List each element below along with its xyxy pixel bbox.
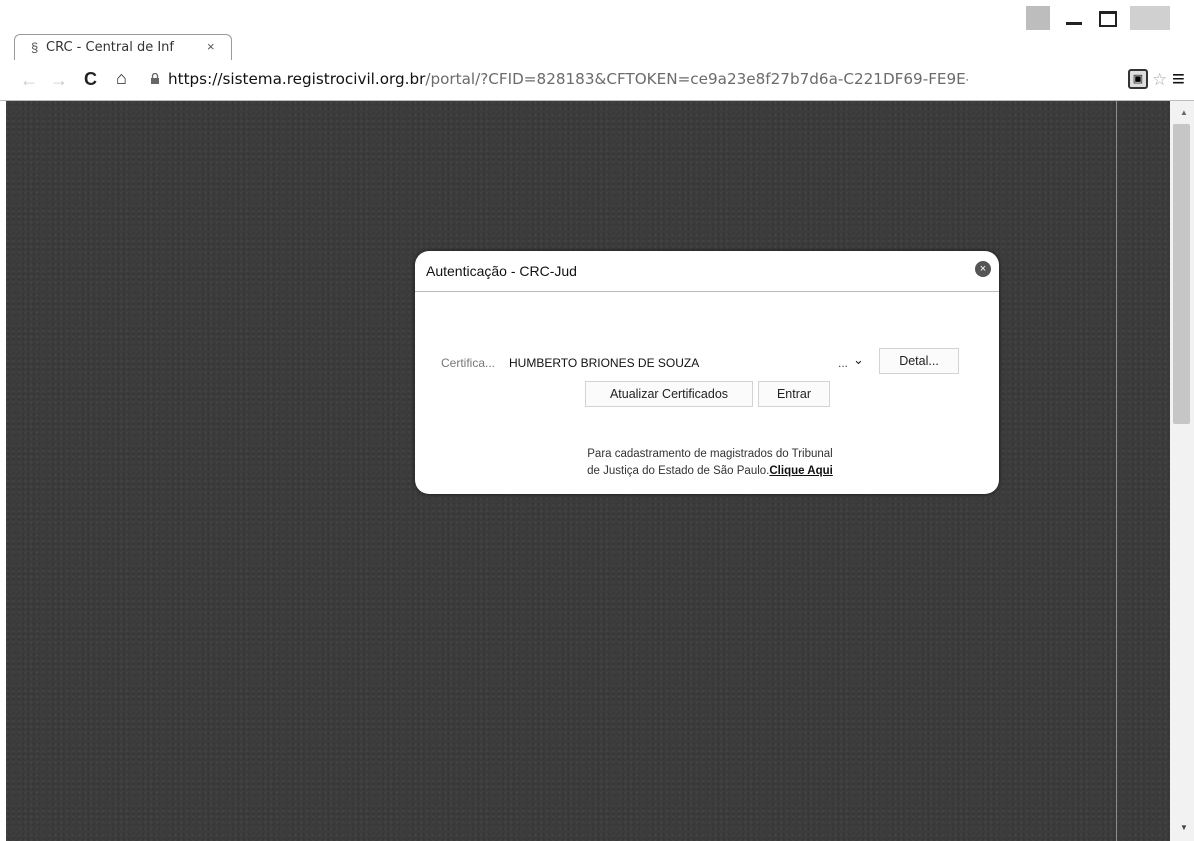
reload-icon[interactable]: C [84, 69, 97, 90]
tab-title: CRC - Central de Inf [46, 40, 174, 55]
info-line-2-text: de Justiça do Estado de São Paulo. [587, 465, 770, 477]
auth-dialog: Autenticação - CRC-Jud × Certifica... HU… [415, 251, 999, 494]
page-left-edge [0, 101, 6, 841]
chevron-down-icon[interactable]: ⌄ [853, 352, 864, 368]
certificate-ellipsis: ... [838, 356, 849, 370]
bookmark-star-icon[interactable]: ☆ [1152, 70, 1167, 90]
dialog-title: Autenticação - CRC-Jud [426, 263, 577, 279]
browser-tab-bar: § CRC - Central de Inf × [0, 0, 1194, 60]
extension-icon[interactable]: ▣ [1128, 69, 1148, 89]
scroll-up-icon[interactable]: ▲ [1180, 108, 1188, 117]
url-path: /portal/?CFID=828183&CFTOKEN=ce9a23e8f27… [425, 70, 968, 88]
info-line-1: Para cadastramento de magistrados do Tri… [587, 448, 833, 460]
scrollbar-thumb[interactable] [1173, 124, 1190, 424]
page-divider [1116, 101, 1117, 841]
click-here-link[interactable]: Clique Aqui [769, 465, 832, 477]
info-line-2: de Justiça do Estado de São Paulo.Clique… [560, 463, 860, 480]
forward-icon[interactable]: → [50, 70, 68, 91]
maximize-icon[interactable] [1096, 6, 1118, 30]
info-text: Para cadastramento de magistrados do Tri… [560, 446, 860, 480]
window-user-icon[interactable] [1026, 6, 1050, 30]
certificate-select[interactable]: HUMBERTO BRIONES DE SOUZA ... ⌄ [509, 352, 875, 372]
url-input[interactable]: https://sistema.registrocivil.org.br/por… [168, 70, 968, 88]
home-icon[interactable]: ⌂ [116, 68, 127, 89]
menu-icon[interactable]: ≡ [1172, 66, 1185, 92]
lock-icon [151, 73, 159, 84]
detail-button[interactable]: Detal... [879, 348, 959, 374]
minimize-icon[interactable] [1063, 6, 1085, 30]
browser-tab[interactable]: § CRC - Central de Inf × [14, 34, 232, 60]
certificate-value: HUMBERTO BRIONES DE SOUZA [509, 356, 700, 370]
tab-close-icon[interactable]: × [207, 39, 215, 54]
address-bar: ← → C ⌂ https://sistema.registrocivil.or… [0, 60, 1194, 101]
update-certificates-button[interactable]: Atualizar Certificados [585, 381, 753, 407]
dialog-header: Autenticação - CRC-Jud × [415, 251, 999, 292]
page-favicon-icon: § [31, 40, 39, 55]
dialog-close-icon[interactable]: × [975, 261, 991, 277]
certificate-label: Certifica... [441, 356, 496, 370]
scroll-down-icon[interactable]: ▼ [1180, 823, 1188, 832]
url-host: https://sistema.registrocivil.org.br [168, 70, 426, 88]
enter-button[interactable]: Entrar [758, 381, 830, 407]
window-close-icon[interactable] [1130, 6, 1170, 30]
back-icon[interactable]: ← [20, 70, 38, 91]
